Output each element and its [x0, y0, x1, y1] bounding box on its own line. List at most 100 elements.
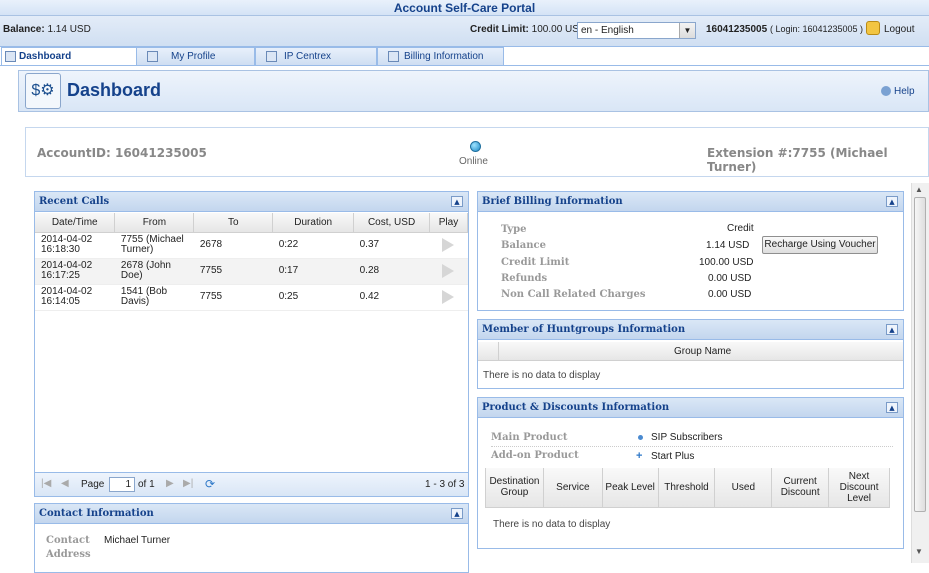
dashboard-icon: [5, 51, 16, 62]
play-icon[interactable]: [441, 290, 454, 304]
tab-ip-centrex[interactable]: IP Centrex: [255, 47, 377, 65]
first-page-icon[interactable]: |◀: [41, 478, 51, 489]
table-row[interactable]: 2014-04-02 16:14:05 1541 (Bob Davis) 7755 …: [35, 284, 468, 311]
scroll-down-icon[interactable]: ▼: [915, 547, 923, 556]
call-cost: 0.37: [353, 232, 430, 259]
scrollbar[interactable]: ▲ ▼: [911, 183, 929, 563]
column-header[interactable]: Destination Group: [485, 468, 544, 508]
panel-header: Contact Information ▲: [35, 504, 468, 524]
balance-value: 1.14 USD: [706, 240, 750, 251]
online-status-icon: [470, 141, 481, 152]
balance-label: Balance:: [3, 24, 45, 35]
play-icon[interactable]: [441, 264, 454, 278]
pager-summary: 1 - 3 of 3: [425, 479, 465, 490]
ncrc-value: 0.00 USD: [708, 289, 752, 300]
table-row[interactable]: 2014-04-02 16:17:25 2678 (John Doe) 7755 …: [35, 258, 468, 285]
recharge-voucher-button[interactable]: Recharge Using Voucher: [762, 236, 878, 254]
table-row[interactable]: 2014-04-02 16:18:30 7755 (Michael Turner) …: [35, 232, 468, 259]
lock-icon[interactable]: [866, 21, 880, 35]
credit-limit-label: Credit Limit:: [470, 24, 529, 35]
column-header[interactable]: Duration: [272, 213, 355, 233]
balance-label: Balance: [501, 240, 546, 251]
credit-limit-label: Credit Limit: [501, 257, 570, 268]
column-header[interactable]: From: [114, 213, 195, 233]
page-count: of 1: [138, 479, 155, 490]
collapse-icon[interactable]: ▲: [886, 196, 898, 207]
scroll-up-icon[interactable]: ▲: [915, 185, 923, 194]
call-datetime: 2014-04-02 16:14:05: [35, 284, 115, 311]
recent-calls-panel: Recent Calls ▲ Date/Time From To Duration…: [34, 191, 469, 497]
column-header[interactable]: Peak Level: [602, 468, 659, 508]
dashboard-icon: $⚙: [25, 73, 61, 109]
collapse-icon[interactable]: ▲: [451, 196, 463, 207]
credit-limit-display: Credit Limit: 100.00 USD: [470, 24, 586, 35]
table-header-row: Date/Time From To Duration Cost, USD Pla…: [35, 213, 468, 233]
billing-icon: [388, 51, 399, 62]
type-label: Type: [501, 224, 527, 235]
call-from: 7755 (Michael Turner): [114, 232, 194, 259]
addon-product-label: Add-on Product: [491, 450, 579, 461]
extension-info: Extension #:7755 (Michael Turner): [707, 146, 888, 174]
tab-dashboard[interactable]: Dashboard: [1, 47, 137, 66]
tab-label: Billing Information: [404, 51, 484, 62]
collapse-icon[interactable]: ▲: [451, 508, 463, 519]
column-header[interactable]: Service: [543, 468, 603, 508]
column-header[interactable]: Group Name: [674, 346, 731, 357]
refresh-icon[interactable]: ⟳: [205, 477, 215, 491]
table-header-row: Destination Group Service Peak Level Thre…: [485, 468, 890, 508]
play-cell: [429, 232, 468, 259]
logout-button[interactable]: Logout: [884, 24, 915, 35]
panel-header: Recent Calls ▲: [35, 192, 468, 212]
divider: [491, 446, 893, 447]
play-cell: [429, 284, 468, 311]
panel-title: Member of Huntgroups Information: [482, 324, 686, 335]
scrollbar-thumb[interactable]: [914, 197, 926, 512]
previous-page-icon[interactable]: ◀: [61, 478, 69, 489]
column-header[interactable]: Play: [429, 213, 468, 233]
panel-title: Product & Discounts Information: [482, 402, 670, 413]
tab-divider: [0, 65, 929, 66]
bullet-icon: [638, 435, 643, 440]
panel-title: Brief Billing Information: [482, 196, 623, 207]
page-number-input[interactable]: 1: [109, 477, 135, 492]
credit-limit-value: 100.00 USD: [699, 257, 754, 268]
column-header[interactable]: Current Discount: [771, 468, 830, 508]
app-title: Account Self-Care Portal: [0, 0, 929, 16]
column-header[interactable]: Date/Time: [35, 213, 116, 233]
products-panel: Product & Discounts Information ▲ Main Pr…: [477, 397, 904, 549]
call-to: 2678: [193, 232, 273, 259]
last-page-icon[interactable]: ▶|: [183, 478, 193, 489]
recent-calls-table: Date/Time From To Duration Cost, USD Pla…: [35, 213, 468, 311]
call-to: 7755: [193, 284, 273, 311]
type-value: Credit: [727, 223, 754, 234]
tab-my-profile[interactable]: My Profile: [136, 47, 255, 65]
panel-header: Member of Huntgroups Information ▲: [478, 320, 903, 340]
next-page-icon[interactable]: ▶: [166, 478, 174, 489]
pager-bar: |◀ ◀ Page 1 of 1 ▶ ▶| ⟳ 1 - 3 of 3: [35, 472, 468, 496]
collapse-icon[interactable]: ▲: [886, 324, 898, 335]
page-label: Page: [81, 479, 105, 490]
column-header[interactable]: Threshold: [658, 468, 716, 508]
billing-panel: Brief Billing Information ▲ Type Credit B…: [477, 191, 904, 311]
column-header[interactable]: Next Discount Level: [828, 468, 890, 508]
call-cost: 0.42: [353, 284, 430, 311]
huntgroups-panel: Member of Huntgroups Information ▲ Group …: [477, 319, 904, 389]
column-header[interactable]: Cost, USD: [353, 213, 430, 233]
play-icon[interactable]: [441, 238, 454, 252]
chevron-down-icon[interactable]: ▼: [679, 23, 695, 38]
ip-centrex-icon: [266, 51, 277, 62]
tab-label: Dashboard: [19, 51, 72, 62]
call-datetime: 2014-04-02 16:17:25: [35, 258, 115, 285]
help-link[interactable]: Help: [894, 86, 915, 97]
panel-title: Contact Information: [39, 508, 154, 519]
column-header[interactable]: To: [193, 213, 274, 233]
page-title: Dashboard: [67, 80, 162, 100]
column-header[interactable]: Used: [714, 468, 773, 508]
panel-header: Brief Billing Information ▲: [478, 192, 903, 212]
refunds-value: 0.00 USD: [708, 273, 752, 284]
call-duration: 0:25: [272, 284, 354, 311]
tab-billing-information[interactable]: Billing Information: [377, 47, 504, 65]
collapse-icon[interactable]: ▲: [886, 402, 898, 413]
addon-product-value: Start Plus: [651, 451, 695, 462]
help-icon[interactable]: [881, 86, 891, 96]
